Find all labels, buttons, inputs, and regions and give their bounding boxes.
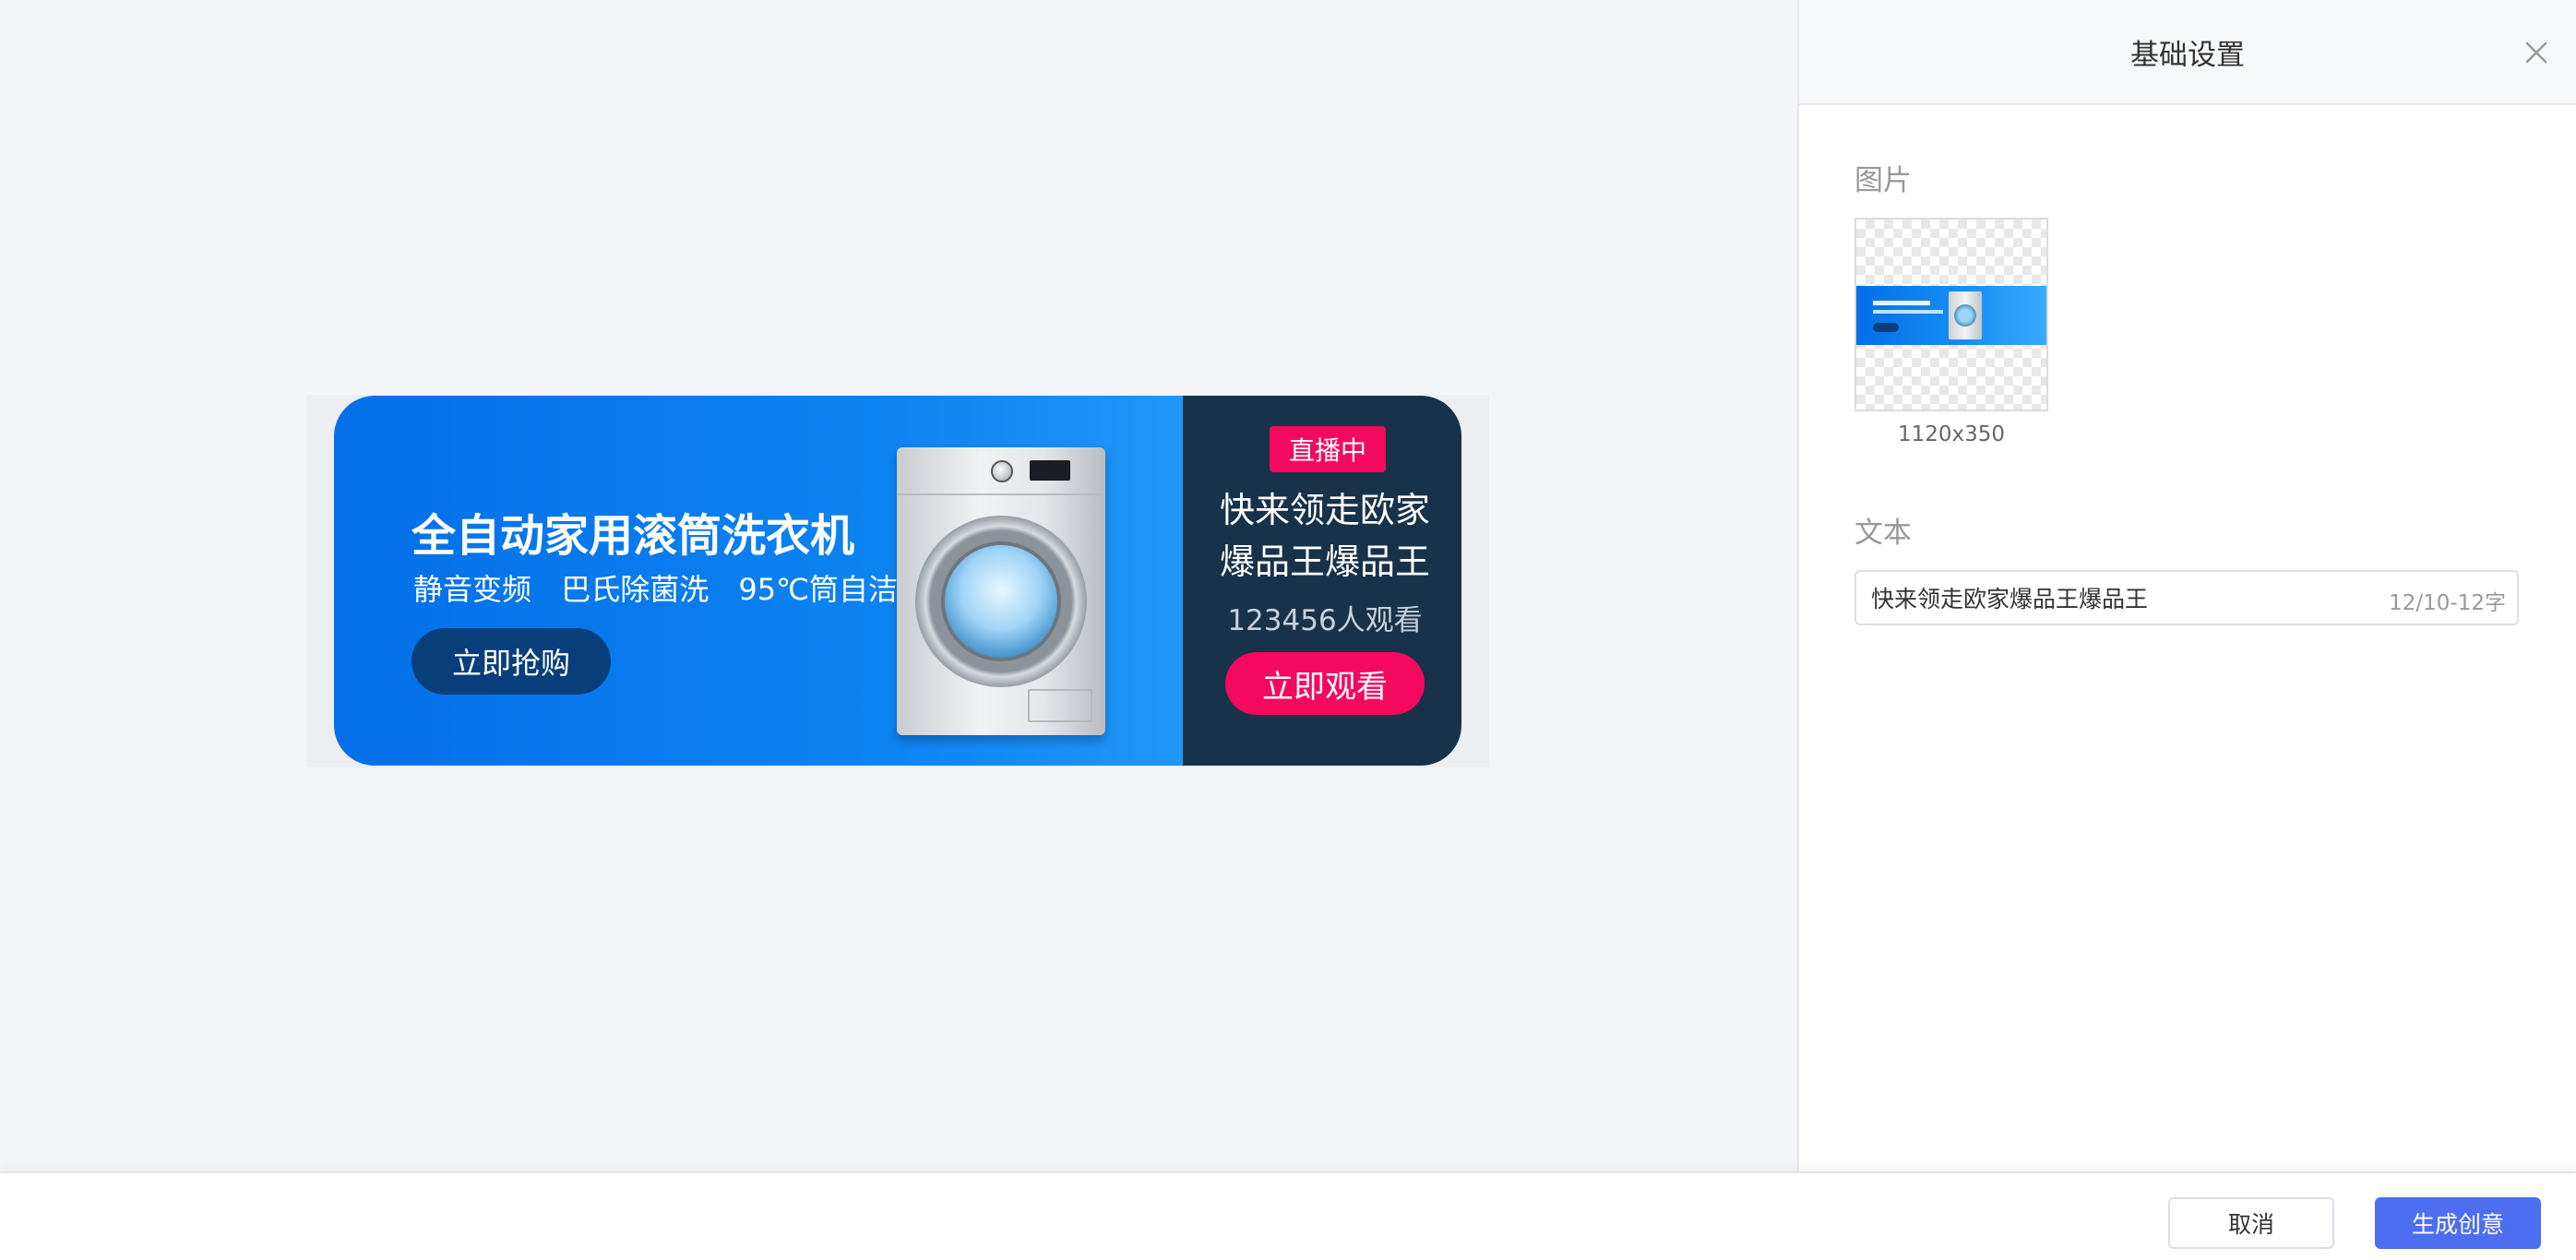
live-title: 快来领走欧家爆品王爆品王 (1219, 490, 1430, 582)
char-count: 12/10-12字 (2389, 591, 2506, 615)
buy-now-button[interactable]: 立即抢购 (411, 628, 611, 695)
thumbnail-text-line (1873, 310, 1943, 314)
preview-canvas: 全自动家用滚筒洗衣机 静音变频 巴氏除菌洗 95℃筒自洁 立即抢购 直播中 快来… (0, 0, 1797, 1171)
footer-bar: 取消 生成创意 (0, 1171, 2576, 1260)
live-panel: 直播中 快来领走欧家爆品王爆品王 123456人观看 立即观看 (1183, 396, 1461, 766)
washing-machine-image (897, 447, 1105, 735)
text-section-label: 文本 (1854, 517, 1912, 550)
washer-display (1030, 460, 1070, 481)
viewer-count: 123456人观看 (1227, 604, 1423, 637)
image-section-label: 图片 (1854, 164, 1912, 197)
generate-creative-button[interactable]: 生成创意 (2375, 1197, 2541, 1249)
thumbnail-washer-door (1954, 304, 1976, 327)
banner-feature: 静音变频 (413, 572, 532, 607)
thumbnail-banner-preview (1856, 286, 2046, 345)
banner-headline: 全自动家用滚筒洗衣机 (411, 510, 855, 562)
settings-panel: 基础设置 图片 1120x350 文本 12/10-12字 (1797, 0, 2576, 1171)
thumbnail-text-line (1873, 301, 1930, 305)
settings-header: 基础设置 (1799, 0, 2576, 105)
banner-feature: 巴氏除菌洗 (561, 572, 710, 607)
live-badge: 直播中 (1270, 426, 1386, 472)
watch-now-button[interactable]: 立即观看 (1225, 652, 1425, 715)
settings-title: 基础设置 (2130, 39, 2245, 72)
creative-banner[interactable]: 全自动家用滚筒洗衣机 静音变频 巴氏除菌洗 95℃筒自洁 立即抢购 直播中 快来… (334, 396, 1461, 766)
text-field: 12/10-12字 (1854, 570, 2519, 625)
cancel-button[interactable]: 取消 (2168, 1197, 2334, 1249)
thumbnail-button (1873, 323, 1899, 332)
banner-features: 静音变频 巴氏除菌洗 95℃筒自洁 (413, 566, 918, 609)
banner-feature: 95℃筒自洁 (738, 572, 899, 607)
washer-door-glass (941, 541, 1061, 661)
image-size-label: 1120x350 (1897, 422, 2006, 446)
washer-knob (991, 460, 1013, 482)
washer-filter-drawer (1028, 689, 1092, 722)
close-icon[interactable] (2521, 37, 2552, 68)
text-input[interactable] (1871, 572, 2369, 624)
image-thumbnail[interactable] (1854, 218, 2048, 411)
